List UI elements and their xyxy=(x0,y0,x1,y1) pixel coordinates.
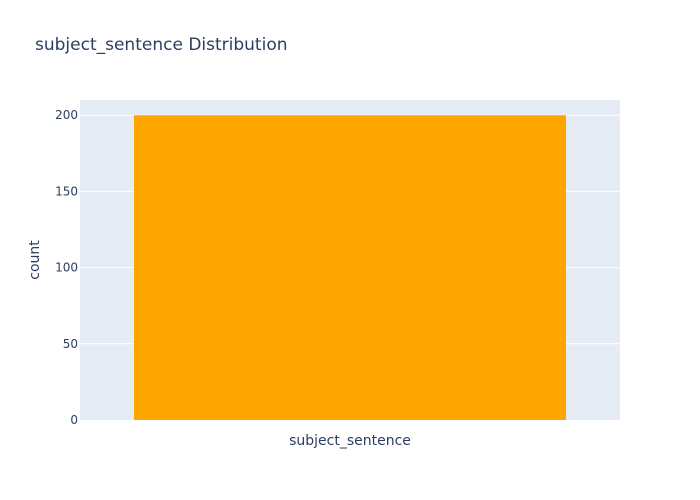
y-axis-ticks: 0 50 100 150 200 xyxy=(55,108,78,427)
y-axis-label: count xyxy=(27,240,43,280)
x-tick-label: subject_sentence xyxy=(289,433,411,449)
y-tick-label: 200 xyxy=(55,108,78,122)
bars xyxy=(134,115,566,420)
y-tick-label: 50 xyxy=(63,337,78,351)
bar-subject_sentence[interactable] xyxy=(134,115,566,420)
y-tick-label: 0 xyxy=(70,413,78,427)
chart-title: subject_sentence Distribution xyxy=(35,35,288,55)
x-axis-ticks: subject_sentence xyxy=(289,433,411,449)
y-tick-label: 100 xyxy=(55,261,78,275)
y-tick-label: 150 xyxy=(55,184,78,198)
bar-chart: subject_sentence Distribution 0 50 100 150 2… xyxy=(27,35,620,449)
